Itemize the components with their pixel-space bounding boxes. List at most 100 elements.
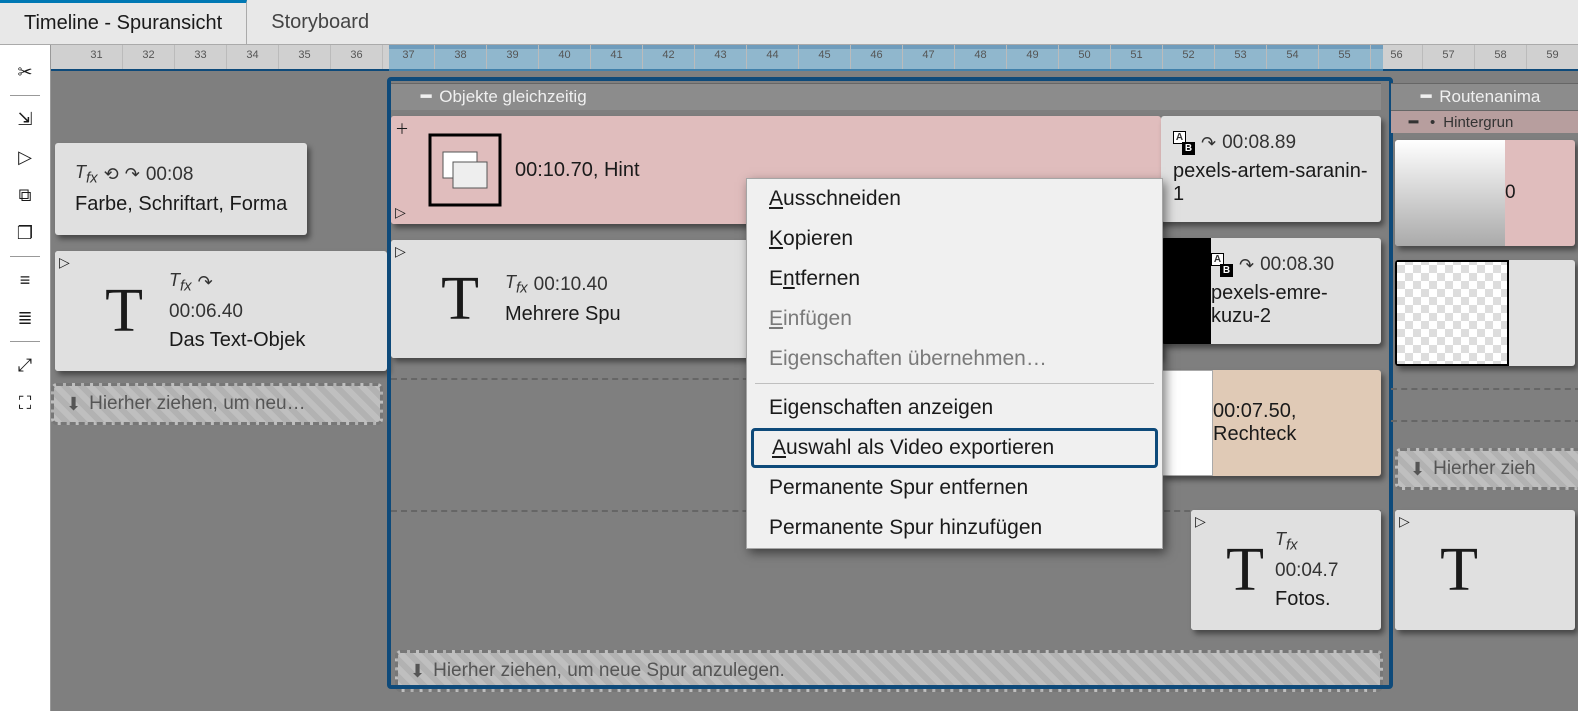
clip-route-text[interactable]: ▷ T xyxy=(1395,510,1575,630)
clip-text-fx[interactable]: Tfx ⟲ ↷ 00:08 Farbe, Schriftart, Forma xyxy=(55,143,307,235)
clip-thumbnail xyxy=(1161,238,1211,344)
ctx-inherit: Eigenschaften übernehmen… xyxy=(747,339,1162,379)
ctx-export-selection[interactable]: Auswahl als Video exportieren xyxy=(751,428,1158,468)
app-root: Timeline - Spuransicht Storyboard ✂ ⇲ ▷ … xyxy=(0,0,1578,711)
ctx-label: opieren xyxy=(783,227,853,250)
ctx-remove[interactable]: Entfernen xyxy=(747,259,1162,299)
tool-addtrack-icon[interactable]: ⧉ xyxy=(10,180,40,210)
collapse-icon[interactable]: ━ xyxy=(1409,113,1418,131)
ctx-show-props[interactable]: Eigenschaften anzeigen xyxy=(747,388,1162,428)
clip-fotos[interactable]: ▷ T Tfx 00:04.7 Fotos. xyxy=(1191,510,1381,630)
clip-thumbnail xyxy=(1161,370,1213,476)
clip-time: 00:08.30 xyxy=(1260,254,1334,276)
clip-text-object[interactable]: ▷ T Tfx ↷ 00:06.40 Das Text-Objek xyxy=(55,251,387,371)
drop-text: Hierher ziehen, um neu… xyxy=(89,393,306,415)
tool-alignleft-icon[interactable]: ≡ xyxy=(10,265,40,295)
arrow-down-icon: ⬇ xyxy=(1410,459,1425,480)
chapter-title-text: Objekte gleichzeitig xyxy=(439,87,586,107)
clip-time: 00:10.40 xyxy=(534,274,608,296)
timeline-area: 3132333435 3637383940 4142434445 4647484… xyxy=(51,45,1578,711)
text-icon: T xyxy=(1440,535,1478,606)
subchapter-title: Hintergrun xyxy=(1443,114,1513,131)
left-toolbar: ✂ ⇲ ▷ ⧉ ❐ ≡ ≣ ⤢ ⛶ xyxy=(0,45,51,711)
ctx-label: infügen xyxy=(783,307,852,330)
ab-icon xyxy=(1173,134,1195,152)
collapse-icon[interactable]: ━ xyxy=(1421,87,1431,107)
context-menu: Ausschneiden Kopieren Entfernen Einfügen… xyxy=(746,178,1163,549)
text-icon: T xyxy=(441,264,479,335)
ctx-perm-remove[interactable]: Permanente Spur entfernen xyxy=(747,468,1162,508)
curve-icon: ↷ xyxy=(198,272,213,293)
clip-name: , Hint xyxy=(593,159,640,181)
timeline-ruler[interactable]: 3132333435 3637383940 4142434445 4647484… xyxy=(51,45,1578,71)
tfx-icon: Tfx xyxy=(505,272,528,297)
clip-name: Das Text-Objek xyxy=(169,329,379,352)
ctx-label: usschneiden xyxy=(783,187,901,210)
clip-time: 00:07.50 xyxy=(1213,400,1291,422)
tab-timeline[interactable]: Timeline - Spuransicht xyxy=(0,0,247,44)
text-icon: T xyxy=(105,276,143,347)
curve-icon: ↷ xyxy=(1201,133,1216,154)
curve-icon: ↷ xyxy=(1239,255,1254,276)
clip-name: pexels-artem-saranin-1 xyxy=(1173,160,1373,206)
ruler-ticks: 3132333435 3637383940 4142434445 4647484… xyxy=(71,45,1578,69)
clip-pexels-artem[interactable]: ↷ 00:08.89 pexels-artem-saranin-1 xyxy=(1161,116,1381,222)
clip-time: 00:08 xyxy=(146,164,194,186)
clip-routebg-1[interactable]: 0 xyxy=(1395,140,1575,246)
clip-routebg-2[interactable] xyxy=(1395,260,1575,366)
tool-cut-icon[interactable]: ✂ xyxy=(10,57,40,87)
main-row: ✂ ⇲ ▷ ⧉ ❐ ≡ ≣ ⤢ ⛶ 3132333435 3637383940 … xyxy=(0,45,1578,711)
clip-time: 00:10.70 xyxy=(515,159,593,181)
expand-icon[interactable]: ▷ xyxy=(391,240,415,263)
tool-play-icon[interactable]: ▷ xyxy=(10,142,40,172)
expand-icon[interactable]: ▷ xyxy=(1395,510,1419,533)
ctx-perm-add[interactable]: Permanente Spur hinzufügen xyxy=(747,508,1162,548)
drop-text: Hierher zieh xyxy=(1433,458,1535,480)
tfx-icon: Tfx xyxy=(169,270,192,295)
collapse-icon[interactable]: ━ xyxy=(421,87,431,107)
chapter-route: ━ Routenanima ━ • Hintergrun 0 xyxy=(1391,83,1578,670)
ab-icon xyxy=(1211,256,1233,274)
ctx-label: tfernen xyxy=(795,267,860,290)
clip-thumbnail xyxy=(415,116,515,224)
clip-name: Farbe, Schriftart, Forma xyxy=(75,193,299,216)
tool-fit-icon[interactable]: ⤢ xyxy=(10,350,40,380)
tool-fitall-icon[interactable]: ⛶ xyxy=(10,388,40,418)
expand-icon[interactable]: ▷ xyxy=(391,201,415,224)
drop-lane-far[interactable]: ⬇ Hierher zieh xyxy=(1395,448,1578,490)
expand-icon[interactable]: ▷ xyxy=(1191,510,1215,533)
text-icon: T xyxy=(1226,535,1264,606)
link-icon: ⟲ xyxy=(104,164,119,185)
clip-rectangle[interactable]: 00:07.50, Rechteck xyxy=(1161,370,1381,476)
ctx-cut[interactable]: Ausschneiden xyxy=(747,179,1162,219)
clip-pexels-emre[interactable]: ↷ 00:08.30 pexels-emre-kuzu-2 xyxy=(1161,238,1381,344)
tool-group-icon[interactable]: ❐ xyxy=(10,218,40,248)
expand-icon[interactable]: ▷ xyxy=(55,251,79,274)
add-icon[interactable]: ＋ xyxy=(391,116,415,142)
tool-collapse-icon[interactable]: ⇲ xyxy=(10,104,40,134)
curve-icon: ↷ xyxy=(125,164,140,185)
ctx-label: uswahl als Video exportieren xyxy=(786,436,1054,459)
subchapter-header[interactable]: ━ • Hintergrun xyxy=(1391,110,1578,133)
clip-name: pexels-emre-kuzu-2 xyxy=(1211,282,1373,328)
digit: 0 xyxy=(1505,182,1567,204)
arrow-down-icon: ⬇ xyxy=(66,394,81,415)
clip-thumbnail xyxy=(1395,260,1509,366)
drop-lane-main[interactable]: ⬇ Hierher ziehen, um neue Spur anzulegen… xyxy=(395,650,1383,692)
tool-alignright-icon[interactable]: ≣ xyxy=(10,303,40,333)
ctx-paste: Einfügen xyxy=(747,299,1162,339)
chapter-header[interactable]: ━ Objekte gleichzeitig xyxy=(391,83,1381,110)
clip-name: Fotos. xyxy=(1275,588,1373,611)
clip-thumbnail xyxy=(1395,140,1505,246)
clip-time: 00:06.40 xyxy=(169,301,243,323)
drop-lane-left[interactable]: ⬇ Hierher ziehen, um neu… xyxy=(51,383,383,425)
clip-time: 00:08.89 xyxy=(1222,132,1296,154)
tfx-icon: Tfx xyxy=(1275,529,1298,554)
tfx-icon: Tfx xyxy=(75,162,98,187)
arrow-down-icon: ⬇ xyxy=(410,661,425,682)
tracks-area: Tfx ⟲ ↷ 00:08 Farbe, Schriftart, Forma ▷ T … xyxy=(51,71,1578,711)
tab-storyboard[interactable]: Storyboard xyxy=(247,0,393,44)
view-tabs: Timeline - Spuransicht Storyboard xyxy=(0,0,1578,45)
ctx-copy[interactable]: Kopieren xyxy=(747,219,1162,259)
chapter-header[interactable]: ━ Routenanima xyxy=(1391,83,1578,110)
